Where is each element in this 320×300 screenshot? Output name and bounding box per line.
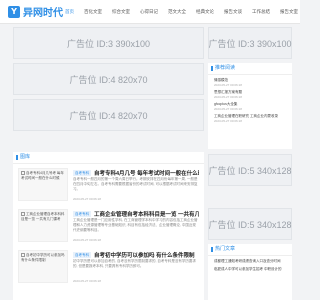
list-item[interactable]: 成都理工通知考研成绩查询入口及查分时间 bbox=[208, 256, 292, 264]
article-card: 自考初中学历可以参加吗 有什么条件限制 自考专科 自考初中学历可以参加吗 有什么… bbox=[18, 250, 199, 287]
article-list-title: 图库 bbox=[13, 152, 204, 164]
article-excerpt: 初中学历是可以参加自考的, 自考没有学历限制要求的, 自考专科是没有学历要求的,… bbox=[73, 259, 196, 268]
recommended-title: 推荐阅读 bbox=[208, 63, 292, 75]
article-body: 自考专科 工商企业管理自考本科科目是一览 一共有几门要考 工商企业管理是一门应用… bbox=[73, 209, 199, 246]
list-item[interactable]: 工商企业管理在职研究 工商企业内蒙收录 2023-05-27 00:06:18 bbox=[208, 111, 292, 123]
list-item[interactable]: 情感模范 2023-05-27 00:06:18 bbox=[208, 75, 292, 87]
article-title-link[interactable]: 自考专科4月几号 每年考试时间一般在什么时候 bbox=[94, 169, 199, 177]
list-item-title: 成都理工通知考研成绩查询入口及查分时间 bbox=[214, 259, 281, 263]
site-logo[interactable]: Y 异网时代 bbox=[8, 4, 63, 19]
article-headline: 自考专科 工商企业管理自考本科科目是一览 一共有几门要考 bbox=[73, 209, 199, 218]
ad-slot-4-b[interactable]: 广告位 ID:4 820x70 bbox=[13, 99, 204, 131]
category-badge[interactable]: 自考专科 bbox=[73, 210, 91, 217]
broken-image-icon bbox=[21, 253, 25, 258]
list-item[interactable]: gfccplus大全集 2023-05-27 00:06:18 bbox=[208, 99, 292, 111]
ad-slot-4-a[interactable]: 广告位 ID:4 820x70 bbox=[13, 63, 204, 95]
hot-articles-panel: 热门文章 成都理工通知考研成绩查询入口及查分时间 临夏成人中学可以参加学生招考 … bbox=[208, 244, 292, 300]
ad-slot-3-side[interactable]: 广告位 ID:3 390x100 bbox=[208, 27, 292, 59]
article-date: 2023-05-27 00:06:18 bbox=[73, 238, 101, 242]
ad-slot-3-main[interactable]: 广告位 ID:3 390x100 bbox=[13, 27, 204, 59]
top-navbar: Y 异网时代 首页 百化文室 综合文室 心得日记 范文大全 经典文论 报告文谈 … bbox=[0, 0, 300, 24]
list-item[interactable]: 思想汇报方案有题 2023-05-27 00:06:18 bbox=[208, 87, 292, 99]
article-title-link[interactable]: 自考初中学历可以参加吗 有什么条件限制 bbox=[94, 251, 195, 259]
nav-item-6[interactable]: 报告文谈 bbox=[224, 9, 242, 15]
hot-articles-title: 热门文章 bbox=[208, 244, 292, 256]
nav-item-7[interactable]: 工作总结 bbox=[252, 9, 270, 15]
thumbnail-alt-text: 自考专科4月几号考 每年考试时间一般在什么时候 bbox=[21, 171, 64, 180]
list-item[interactable]: 临夏成人中学可以参加学生招考 中职设计的 bbox=[208, 264, 292, 272]
article-list-panel: 图库 自考专科4月几号考 每年考试时间一般在什么时候 自考专科 自考专科4月几号… bbox=[13, 152, 204, 300]
list-item-date: 2023-05-27 00:06:18 bbox=[214, 119, 242, 123]
recommended-panel: 推荐阅读 情感模范 2023-05-27 00:06:18 思想汇报方案有题 2… bbox=[208, 63, 292, 149]
category-badge[interactable]: 自考专科 bbox=[73, 169, 91, 176]
article-date: 2023-05-27 00:06:18 bbox=[73, 279, 101, 283]
nav-item-2[interactable]: 综合文室 bbox=[112, 9, 130, 15]
article-excerpt: 工商企业管理是一门应用性学科, 在工商管理学本科中学习的内容包括工商企业管理和人… bbox=[73, 218, 198, 232]
list-item-title: 临夏成人中学可以参加学生招考 中职设计的 bbox=[214, 267, 282, 271]
article-card: 工商企业管理自考本科科目是一览 一共有几门课考 自考专科 工商企业管理自考本科科… bbox=[18, 209, 199, 246]
article-thumbnail[interactable]: 工商企业管理自考本科科目是一览 一共有几门课考 bbox=[18, 209, 68, 242]
article-card: 自考专科4月几号考 每年考试时间一般在什么时候 自考专科 自考专科4月几号 每年… bbox=[18, 168, 199, 205]
thumbnail-alt-text: 工商企业管理自考本科科目是一览 一共有几门课考 bbox=[21, 212, 65, 221]
broken-image-icon bbox=[21, 171, 25, 176]
main-nav: 首页 百化文室 综合文室 心得日记 范文大全 经典文论 报告文谈 工作总结 报告… bbox=[65, 0, 308, 23]
logo-text: 异网时代 bbox=[23, 8, 63, 19]
article-thumbnail[interactable]: 自考专科4月几号考 每年考试时间一般在什么时候 bbox=[18, 168, 68, 201]
ad-slot-5-a[interactable]: 广告位 ID:5 340x128 bbox=[208, 154, 292, 186]
nav-item-1[interactable]: 百化文室 bbox=[84, 9, 102, 15]
thumbnail-alt-text: 自考初中学历可以参加吗 有什么条件限制 bbox=[21, 253, 65, 262]
article-body: 自考专科 自考专科4月几号 每年考试时间一般在什么时候 自考专科一般四月的第一个… bbox=[73, 168, 199, 205]
article-headline: 自考专科 自考专科4月几号 每年考试时间一般在什么时候 bbox=[73, 168, 199, 177]
article-excerpt: 自考专科一般四月的第一个周六周日举行。考期安排在四月份每年第一周, 一般是在四月… bbox=[73, 177, 198, 191]
article-headline: 自考专科 自考初中学历可以参加吗 有什么条件限制 bbox=[73, 250, 199, 259]
article-body: 自考专科 自考初中学历可以参加吗 有什么条件限制 初中学历是可以参加自考的, 自… bbox=[73, 250, 199, 287]
nav-item-8[interactable]: 报告文室 bbox=[280, 9, 298, 15]
article-date: 2023-05-27 00:06:18 bbox=[73, 197, 101, 201]
article-title-link[interactable]: 工商企业管理自考本科科目是一览 一共有几门要考 bbox=[94, 210, 199, 218]
article-thumbnail[interactable]: 自考初中学历可以参加吗 有什么条件限制 bbox=[18, 250, 68, 283]
nav-item-4[interactable]: 范文大全 bbox=[168, 9, 186, 15]
nav-item-home[interactable]: 首页 bbox=[65, 9, 74, 15]
broken-image-icon bbox=[21, 212, 25, 217]
category-badge[interactable]: 自考专科 bbox=[73, 251, 91, 258]
logo-icon: Y bbox=[8, 5, 20, 18]
ad-slot-5-b[interactable]: 广告位 ID:5 340x128 bbox=[208, 208, 292, 240]
nav-item-5[interactable]: 经典文论 bbox=[196, 9, 214, 15]
nav-item-3[interactable]: 心得日记 bbox=[140, 9, 158, 15]
